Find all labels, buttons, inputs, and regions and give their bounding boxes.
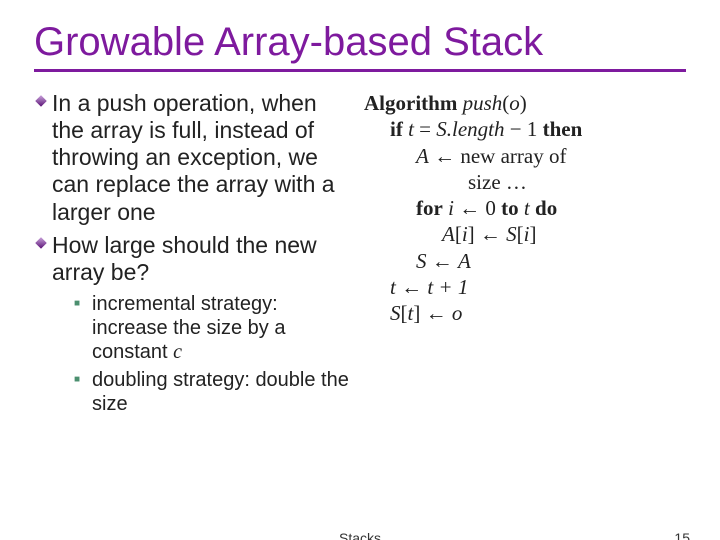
arrow-icon: ← — [396, 275, 428, 299]
left-column: In a push operation, when the array is f… — [34, 90, 354, 420]
sub-bullet-text: incremental strategy: increase the size … — [92, 292, 354, 364]
algo-line: if t = S.length − 1 then — [364, 116, 664, 142]
algo-line: S ← A — [364, 248, 664, 274]
kw-if: if — [390, 117, 403, 141]
footer-title: Stacks — [0, 530, 720, 540]
square-bullet-icon: ■ — [74, 368, 92, 416]
var-a: A — [458, 249, 471, 273]
arrow-icon: ← — [420, 301, 452, 325]
arrow-icon: ← — [454, 196, 486, 220]
diamond-bullet-icon — [34, 90, 52, 226]
page-number: 15 — [674, 530, 690, 540]
expr-tplus1: t + 1 — [427, 275, 468, 299]
arrow-icon: ← — [427, 249, 459, 273]
var-a: A — [416, 144, 429, 168]
fn-name: push — [463, 91, 503, 115]
text-run: doubling strategy: double the size — [92, 369, 349, 415]
title-underline — [34, 69, 686, 72]
algo-line: for i ← 0 to t do — [364, 195, 664, 221]
text-run: size … — [468, 170, 527, 194]
square-bullet-icon: ■ — [74, 292, 92, 364]
kw-algorithm: Algorithm — [364, 91, 457, 115]
var-c: c — [173, 341, 182, 363]
var-s: S — [506, 222, 517, 246]
op-eq: = — [414, 117, 436, 141]
slide: Growable Array-based Stack In a push ope… — [0, 0, 720, 540]
algorithm-block: Algorithm push(o) if t = S.length − 1 th… — [364, 90, 664, 420]
bullet-text: How large should the new array be? — [52, 232, 354, 286]
sub-bullet-list: ■ incremental strategy: increase the siz… — [74, 292, 354, 416]
sub-bullet-item: ■ doubling strategy: double the size — [74, 368, 354, 416]
algo-line: size … — [364, 169, 664, 195]
var-a: A — [442, 222, 455, 246]
kw-do: do — [535, 196, 557, 220]
algo-line: A ← new array of — [364, 143, 664, 169]
algo-line: t ← t + 1 — [364, 274, 664, 300]
kw-for: for — [416, 196, 443, 220]
sub-bullet-text: doubling strategy: double the size — [92, 368, 354, 416]
text-run: 0 — [485, 196, 501, 220]
slide-body: In a push operation, when the array is f… — [34, 90, 686, 420]
arrow-icon: ← — [475, 222, 507, 246]
var-s: S — [390, 301, 401, 325]
kw-then: then — [543, 117, 583, 141]
text-run: − 1 — [505, 117, 543, 141]
arrow-icon: ← — [429, 144, 461, 168]
var-t: t — [519, 196, 535, 220]
algo-line: Algorithm push(o) — [364, 91, 527, 115]
text-run: incremental strategy: increase the size … — [92, 293, 285, 363]
fn-arg: o — [509, 91, 520, 115]
sub-bullet-item: ■ incremental strategy: increase the siz… — [74, 292, 354, 364]
diamond-bullet-icon — [34, 232, 52, 286]
bullet-item: How large should the new array be? — [34, 232, 354, 286]
algo-line: A[i] ← S[i] — [364, 221, 664, 247]
var-slength: S.length — [436, 117, 504, 141]
algo-line: S[t] ← o — [364, 300, 664, 326]
var-o: o — [452, 301, 463, 325]
bullet-text: In a push operation, when the array is f… — [52, 90, 354, 226]
kw-to: to — [501, 196, 519, 220]
var-s: S — [416, 249, 427, 273]
text-run: new array of — [460, 144, 566, 168]
bullet-item: In a push operation, when the array is f… — [34, 90, 354, 226]
slide-title: Growable Array-based Stack — [34, 20, 686, 65]
